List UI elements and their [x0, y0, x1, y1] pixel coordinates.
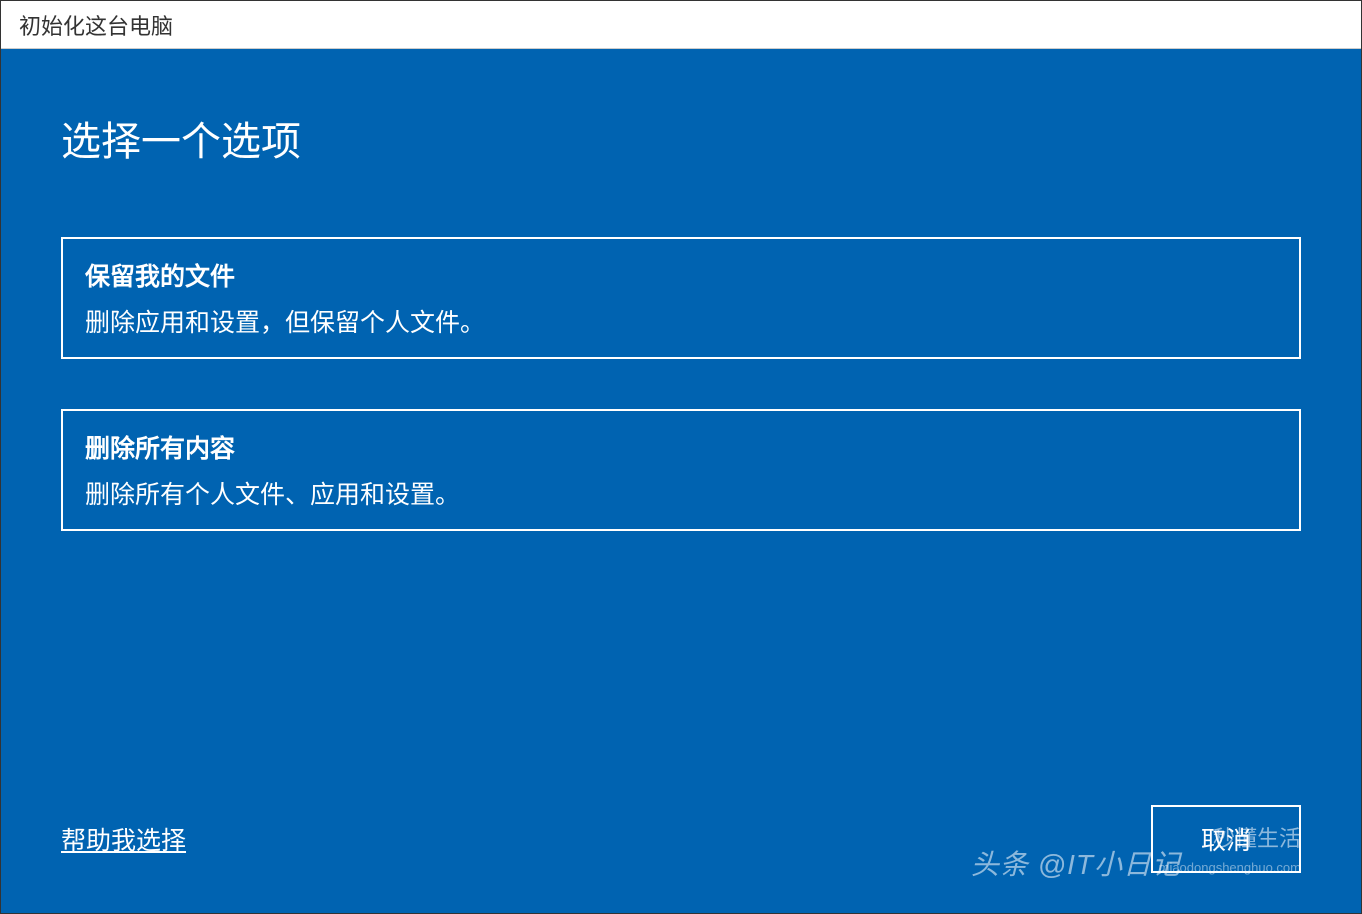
- option-remove-everything[interactable]: 删除所有内容 删除所有个人文件、应用和设置。: [61, 409, 1301, 531]
- option-description: 删除所有个人文件、应用和设置。: [85, 475, 1277, 511]
- title-bar: 初始化这台电脑: [1, 1, 1361, 49]
- reset-pc-window: 初始化这台电脑 选择一个选项 保留我的文件 删除应用和设置，但保留个人文件。 删…: [0, 0, 1362, 914]
- option-title: 删除所有内容: [85, 429, 1277, 465]
- window-title: 初始化这台电脑: [19, 9, 173, 41]
- options-list: 保留我的文件 删除应用和设置，但保留个人文件。 删除所有内容 删除所有个人文件、…: [61, 237, 1301, 531]
- footer: 帮助我选择 取消: [61, 805, 1301, 883]
- help-me-choose-link[interactable]: 帮助我选择: [61, 821, 186, 857]
- option-title: 保留我的文件: [85, 257, 1277, 293]
- option-description: 删除应用和设置，但保留个人文件。: [85, 303, 1277, 339]
- cancel-button[interactable]: 取消: [1151, 805, 1301, 873]
- page-heading: 选择一个选项: [61, 109, 1301, 167]
- option-keep-my-files[interactable]: 保留我的文件 删除应用和设置，但保留个人文件。: [61, 237, 1301, 359]
- content-area: 选择一个选项 保留我的文件 删除应用和设置，但保留个人文件。 删除所有内容 删除…: [1, 49, 1361, 913]
